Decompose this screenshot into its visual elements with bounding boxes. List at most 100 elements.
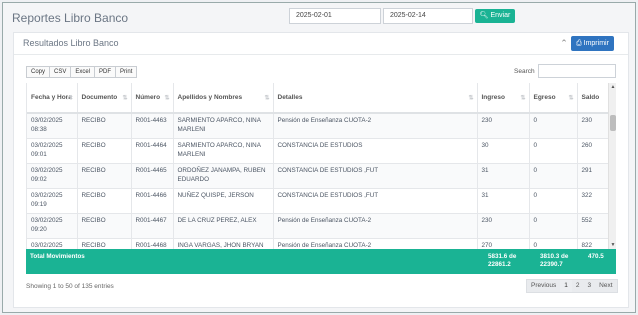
top-bar: Reportes Libro Banco 2025-02-01 2025-02-… bbox=[3, 3, 635, 31]
col-label: Ingreso bbox=[481, 94, 505, 101]
cell-fecha: 03/02/2025 09:01 bbox=[27, 138, 78, 164]
table-row: 03/02/2025 09:19 RECIBO R001-4466 NUÑEZ … bbox=[27, 188, 608, 214]
ledger-table: Fecha y Hora ↓⬍ Documento ⇅ Número ⇅ Apelli… bbox=[27, 83, 608, 249]
totals-ingreso-line1: 5831.6 de bbox=[488, 253, 517, 260]
cell-saldo: 230 bbox=[577, 113, 608, 139]
totals-egreso-line2: 22390.7 bbox=[540, 261, 563, 268]
cell-detalles: Pensión de Enseñanza CUOTA-2 bbox=[273, 213, 478, 239]
col-label: Documento bbox=[81, 94, 118, 101]
cell-documento: RECIBO bbox=[77, 213, 132, 239]
cell-fecha: 03/02/2025 09:20 bbox=[27, 213, 78, 239]
table-row: 03/02/2025 RECIBO R001-4468 INGA VARGAS,… bbox=[27, 238, 608, 249]
totals-ingreso: 5831.6 de 22861.2 bbox=[488, 253, 516, 269]
col-header-ingreso[interactable]: Ingreso ⇅ bbox=[477, 83, 530, 114]
entries-info: Showing 1 to 50 of 135 entries bbox=[26, 283, 114, 290]
table-header-row: Fecha y Hora ↓⬍ Documento ⇅ Número ⇅ Apelli… bbox=[27, 83, 608, 114]
table-row: 03/02/2025 08:38 RECIBO R001-4463 SARMIE… bbox=[27, 113, 608, 139]
excel-button[interactable]: Excel bbox=[70, 66, 96, 78]
cell-ingreso: 30 bbox=[477, 138, 530, 164]
col-header-numero[interactable]: Número ⇅ bbox=[131, 83, 174, 114]
cell-egreso: 0 bbox=[529, 163, 578, 189]
table-scrollbar[interactable]: ▲ ▼ bbox=[608, 83, 616, 249]
sort-icon: ⇅ bbox=[264, 95, 270, 101]
pdf-button[interactable]: PDF bbox=[94, 66, 117, 78]
totals-label: Total Movimientos bbox=[30, 253, 85, 260]
totals-egreso: 3810.3 de 22390.7 bbox=[540, 253, 568, 269]
cell-numero: R001-4466 bbox=[131, 188, 174, 214]
cell-detalles: CONSTANCIA DE ESTUDIOS ,FUT bbox=[273, 188, 478, 214]
cell-nombres: DE LA CRUZ PEREZ, ALEX bbox=[173, 213, 274, 239]
pagination: Previous 1 2 3 Next bbox=[526, 279, 618, 293]
app-window: Reportes Libro Banco 2025-02-01 2025-02-… bbox=[2, 2, 636, 313]
col-header-documento[interactable]: Documento ⇅ bbox=[77, 83, 132, 114]
print-button[interactable]: ⎙ Imprimir bbox=[571, 36, 614, 51]
cell-numero: R001-4467 bbox=[131, 213, 174, 239]
col-label: Apellidos y Nombres bbox=[177, 94, 243, 101]
col-label: Detalles bbox=[277, 94, 303, 101]
table-row: 03/02/2025 09:01 RECIBO R001-4464 SARMIE… bbox=[27, 138, 608, 164]
print-label: Imprimir bbox=[583, 40, 609, 47]
cell-saldo: 291 bbox=[577, 163, 608, 189]
cell-fecha: 03/02/2025 09:19 bbox=[27, 188, 78, 214]
sort-icon: ⇅ bbox=[122, 95, 128, 101]
pagination-page-1[interactable]: 1 bbox=[560, 280, 572, 292]
date-from-input[interactable]: 2025-02-01 bbox=[289, 8, 381, 24]
sort-desc-icon: ↓⬍ bbox=[65, 95, 74, 101]
export-button-group: Copy CSV Excel PDF Print bbox=[26, 66, 138, 78]
enviar-label: Enviar bbox=[490, 12, 511, 19]
scroll-down-icon[interactable]: ▼ bbox=[609, 241, 617, 249]
cell-documento: RECIBO bbox=[77, 188, 132, 214]
pagination-page-2[interactable]: 2 bbox=[572, 280, 584, 292]
scroll-up-icon[interactable]: ▲ bbox=[609, 83, 617, 91]
sort-icon: ⇅ bbox=[520, 95, 526, 101]
col-header-nombres[interactable]: Apellidos y Nombres ⇅ bbox=[173, 83, 274, 114]
table-container: Fecha y Hora ↓⬍ Documento ⇅ Número ⇅ Apelli… bbox=[26, 83, 608, 249]
col-header-saldo[interactable]: Saldo bbox=[577, 83, 608, 114]
search-input[interactable] bbox=[538, 64, 616, 78]
cell-fecha: 03/02/2025 09:02 bbox=[27, 163, 78, 189]
chevron-up-icon[interactable]: ⌃ bbox=[558, 38, 570, 50]
totals-egreso-line1: 3810.3 de bbox=[540, 253, 569, 260]
sort-icon: ⇅ bbox=[468, 95, 474, 101]
cell-nombres: INGA VARGAS, JHON BRYAN bbox=[173, 238, 274, 249]
cell-ingreso: 31 bbox=[477, 188, 530, 214]
pagination-previous[interactable]: Previous bbox=[527, 280, 560, 292]
pagination-page-3[interactable]: 3 bbox=[584, 280, 596, 292]
cell-saldo: 322 bbox=[577, 188, 608, 214]
cell-fecha: 03/02/2025 bbox=[27, 238, 78, 249]
pagination-next[interactable]: Next bbox=[595, 280, 616, 292]
cell-documento: RECIBO bbox=[77, 138, 132, 164]
enviar-button[interactable]: 🔍︎ Enviar bbox=[475, 9, 515, 23]
cell-nombres: NUÑEZ QUISPE, JERSON bbox=[173, 188, 274, 214]
table-row: 03/02/2025 09:20 RECIBO R001-4467 DE LA … bbox=[27, 213, 608, 239]
panel-title: Resultados Libro Banco bbox=[23, 38, 119, 48]
sort-icon: ⇅ bbox=[568, 95, 574, 101]
col-header-egreso[interactable]: Egreso ⇅ bbox=[529, 83, 578, 114]
totals-saldo: 470.5 bbox=[588, 253, 604, 260]
cell-numero: R001-4465 bbox=[131, 163, 174, 189]
cell-numero: R001-4463 bbox=[131, 113, 174, 139]
col-header-detalles[interactable]: Detalles ⇅ bbox=[273, 83, 478, 114]
cell-nombres: SARMIENTO APARCO, NINA MARLENI bbox=[173, 113, 274, 139]
cell-numero: R001-4468 bbox=[131, 238, 174, 249]
cell-ingreso: 31 bbox=[477, 163, 530, 189]
cell-numero: R001-4464 bbox=[131, 138, 174, 164]
cell-egreso: 0 bbox=[529, 238, 578, 249]
print-export-button[interactable]: Print bbox=[115, 66, 138, 78]
cell-saldo: 260 bbox=[577, 138, 608, 164]
col-header-fecha[interactable]: Fecha y Hora ↓⬍ bbox=[27, 83, 78, 114]
cell-detalles: Pensión de Enseñanza CUOTA-2 bbox=[273, 113, 478, 139]
date-to-input[interactable]: 2025-02-14 bbox=[383, 8, 473, 24]
cell-detalles: Pensión de Enseñanza CUOTA-2 bbox=[273, 238, 478, 249]
col-label: Saldo bbox=[581, 94, 600, 101]
cell-ingreso: 270 bbox=[477, 238, 530, 249]
page-title: Reportes Libro Banco bbox=[12, 11, 129, 25]
search-label: Search bbox=[514, 68, 535, 75]
csv-button[interactable]: CSV bbox=[49, 66, 72, 78]
table-row: 03/02/2025 09:02 RECIBO R001-4465 ORDOÑE… bbox=[27, 163, 608, 189]
copy-button[interactable]: Copy bbox=[26, 66, 51, 78]
scroll-thumb[interactable] bbox=[610, 115, 616, 131]
cell-documento: RECIBO bbox=[77, 238, 132, 249]
cell-egreso: 0 bbox=[529, 213, 578, 239]
cell-detalles: CONSTANCIA DE ESTUDIOS ,FUT bbox=[273, 163, 478, 189]
